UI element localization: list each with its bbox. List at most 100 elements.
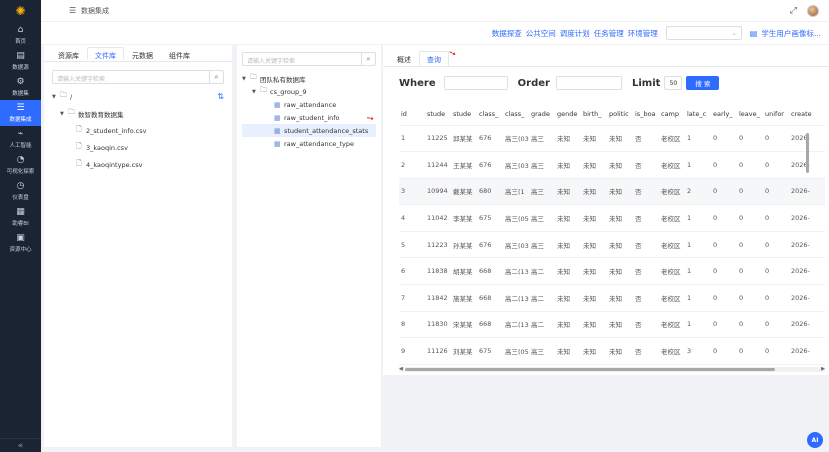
avatar[interactable] <box>807 5 819 17</box>
table-row[interactable]: 3 10994 戴某某 680 高三(1 高三 未知 未知 未知否老校区 2 0 0 0 2026- <box>399 178 825 206</box>
sort-icon[interactable]: ⇅ <box>217 92 224 101</box>
limit-input[interactable]: 50 <box>664 76 683 90</box>
column-header[interactable]: stude <box>451 103 477 126</box>
fullscreen-icon[interactable]: ⤢ <box>790 6 797 16</box>
db-group[interactable]: ▼ 🗀 cs_group_9 <box>242 85 376 98</box>
ai-assistant-button[interactable]: AI <box>807 432 823 448</box>
student-portrait-link[interactable]: 学生用户画像标... <box>761 28 821 39</box>
table-item[interactable]: ▦ raw_attendance_type <box>242 137 376 150</box>
file-item[interactable]: 🗋 4_kaoqintype.csv <box>52 158 224 171</box>
column-header[interactable]: create <box>789 103 825 126</box>
horizontal-scrollbar[interactable]: ◀ ▶ <box>399 366 825 372</box>
order-input[interactable] <box>555 76 622 90</box>
tab-left-4[interactable]: 组件库 <box>161 47 198 60</box>
table-cell: 2026- <box>789 284 825 312</box>
table-cell: 未知 <box>581 337 607 365</box>
vertical-scrollbar[interactable] <box>806 133 809 173</box>
nav-item-5[interactable]: ⌁ 人工智能 <box>0 126 41 152</box>
where-input[interactable] <box>443 76 508 90</box>
table-cell: 高二 <box>529 284 555 312</box>
column-header[interactable]: unifor <box>763 103 789 126</box>
table-item[interactable]: ▦ raw_student_info <box>242 111 376 124</box>
header-link[interactable]: 公共空间 <box>526 28 556 39</box>
table-cell: 未知 <box>607 151 633 179</box>
db-root[interactable]: ▼ 🗀 团队私有数据库 <box>242 72 376 85</box>
table-cell: 1 <box>685 151 711 179</box>
nav-item-9[interactable]: ▣ 资源中心 <box>0 230 41 256</box>
column-header[interactable]: politic <box>607 103 633 126</box>
table-row[interactable]: 7 11842 施某某 668 高二(13) 高二 未知 未知 未知否老校区 1 0 0 0 2026- <box>399 284 825 312</box>
column-header[interactable]: is_boa <box>633 103 659 126</box>
column-header[interactable]: class_ <box>503 103 529 126</box>
caret-down-icon: ▼ <box>52 93 56 100</box>
nav-item-7[interactable]: ◷ 仪表盘 <box>0 178 41 204</box>
header-link[interactable]: 环境管理 <box>628 28 658 39</box>
table-row[interactable]: 4 11042 李某某 675 高三(05) 高三 未知 未知 未知否老校区 1 0 0 0 2026- <box>399 204 825 232</box>
scroll-thumb[interactable] <box>405 368 775 371</box>
left-search-input[interactable]: 请输入关键字检索 <box>53 71 209 83</box>
table-row[interactable]: 5 11223 孙某某 676 高三(03) 高三 未知 未知 未知否老校区 1 0 0 0 2026- <box>399 231 825 259</box>
tab-query-1[interactable]: 概述 <box>389 51 419 66</box>
logo-icon[interactable]: ✺ <box>0 0 41 22</box>
nav-item-3[interactable]: ⚙ 数据集 <box>0 74 41 100</box>
table-row[interactable]: 6 11838 胡某某 668 高二(13) 高二 未知 未知 未知否老校区 1 0 0 0 2026- <box>399 257 825 286</box>
search-icon[interactable]: ⌕ <box>361 53 375 65</box>
column-header[interactable]: id <box>399 103 425 126</box>
column-header[interactable]: stude <box>425 103 451 126</box>
tree-folder[interactable]: ▼ 🗀 数智教育数据集 <box>52 107 224 120</box>
table-cell: 675 <box>477 204 503 232</box>
tab-left-1[interactable]: 资源库 <box>50 47 87 60</box>
search-button[interactable]: 搜 索 <box>686 76 720 90</box>
database-panel: 请输入关键字检索 ⌕ ▼ 🗀 团队私有数据库 ▼ 🗀 cs_group_9 ▦ raw_a… <box>237 45 381 447</box>
table-cell: 0 <box>763 231 789 259</box>
header-link[interactable]: 调度计划 <box>560 28 590 39</box>
table-cell: 668 <box>477 284 503 312</box>
table-cell: 未知 <box>555 178 581 206</box>
table-cell: 未知 <box>607 204 633 232</box>
column-header[interactable]: class_ <box>477 103 503 126</box>
column-header[interactable]: gende <box>555 103 581 126</box>
table-cell: 1 <box>685 231 711 259</box>
tab-left-2[interactable]: 文件库 <box>87 47 124 60</box>
mid-search-input[interactable]: 请输入关键字检索 <box>243 53 361 65</box>
column-header[interactable]: camp <box>659 103 685 126</box>
chart-icon: ◔ <box>16 154 25 165</box>
menu-icon[interactable]: ☰ <box>69 6 76 15</box>
environment-select[interactable]: ⌄ <box>665 26 742 40</box>
file-library-panel: 资源库 文件库 元数据 组件库 请输入关键字检索 ⌕ ▼ 🗀 / ⇅ ▼ 🗀 数智教育数据集 … <box>44 45 232 447</box>
scroll-right-icon[interactable]: ▶ <box>821 366 825 372</box>
nav-item-6[interactable]: ◔ 可视化探索 <box>0 152 41 178</box>
file-item[interactable]: 🗋 2_student_info.csv <box>52 124 224 137</box>
table-row[interactable]: 9 11126 刘某某 675 高三(05) 高三 未知 未知 未知否老校区 3 0 0 0 2026- <box>399 337 825 365</box>
header-link[interactable]: 数据探查 <box>492 28 522 39</box>
table-row[interactable]: 2 11244 王某某 676 高三(03) 高三 未知 未知 未知否老校区 1 0 0 0 2026- <box>399 151 825 179</box>
table-item[interactable]: ▦ student_attendance_stats <box>242 124 376 137</box>
collapse-nav-icon[interactable]: « <box>0 438 41 452</box>
header-link[interactable]: 任务管理 <box>594 28 624 39</box>
file-item[interactable]: 🗋 3_kaoqin.csv <box>52 141 224 154</box>
nav-item-4[interactable]: ☰ 数据集成 <box>0 100 41 126</box>
mid-search[interactable]: 请输入关键字检索 ⌕ <box>242 52 376 66</box>
search-icon[interactable]: ⌕ <box>209 71 223 83</box>
nav-item-1[interactable]: ⌂ 首页 <box>0 22 41 48</box>
nav-item-8[interactable]: ▦ 助睿BI <box>0 204 41 230</box>
table-row[interactable]: 8 11830 宋某某 668 高二(13) 高二 未知 未知 未知否老校区 1 0 0 0 2026- <box>399 311 825 339</box>
table-item[interactable]: ▦ raw_attendance <box>242 98 376 111</box>
column-header[interactable]: early_ <box>711 103 737 126</box>
scroll-left-icon[interactable]: ◀ <box>399 366 403 372</box>
nav-item-2[interactable]: ▤ 数据源 <box>0 48 41 74</box>
column-header[interactable]: late_c <box>685 103 711 126</box>
table-cell: 高三(03) <box>503 231 529 259</box>
column-header[interactable]: grade <box>529 103 555 126</box>
tree-root[interactable]: ▼ 🗀 / ⇅ <box>52 90 224 103</box>
column-header[interactable]: birth_ <box>581 103 607 126</box>
caret-down-icon: ▼ <box>252 88 256 95</box>
tab-left-3[interactable]: 元数据 <box>124 47 161 60</box>
table-row[interactable]: 1 11225 邱某某 676 高三(03) 高三 未知 未知 未知否老校区 1 0 0 0 2026- <box>399 125 825 153</box>
table-cell: 高三(05) <box>503 204 529 232</box>
left-search[interactable]: 请输入关键字检索 ⌕ <box>52 70 224 84</box>
table-cell: 未知 <box>581 311 607 339</box>
column-header[interactable]: leave_ <box>737 103 763 126</box>
table-cell: 680 <box>477 178 503 206</box>
tab-query-2[interactable]: 查询 <box>419 51 449 66</box>
